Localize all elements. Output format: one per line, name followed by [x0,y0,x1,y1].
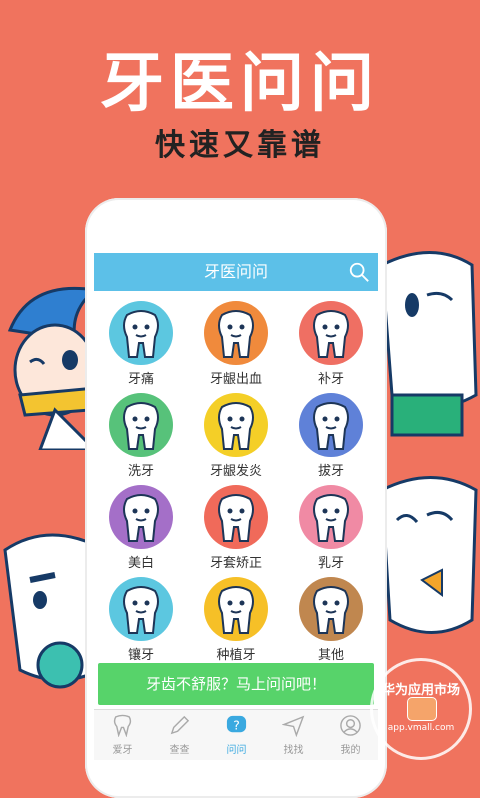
app-market-watermark: 华为应用市场 app.vmall.com [370,658,472,760]
app-header: 牙医问问 [94,253,378,291]
tooth-icon [299,577,363,641]
category-label: 洗牙 [127,464,154,479]
tab-ask[interactable]: ? 问问 [208,710,265,760]
watermark-url: app.vmall.com [387,723,455,733]
tooth-icon [299,301,363,365]
tab-label: 爱牙 [112,745,133,756]
category-whitening[interactable]: 美白 [94,481,188,573]
cartoon-tooth-illustration [380,476,478,634]
tab-label: 我的 [340,745,361,756]
tooth-icon [204,485,268,549]
category-braces[interactable]: 牙套矫正 [189,481,283,573]
tooth-icon [109,393,173,457]
category-extraction[interactable]: 拔牙 [284,389,378,481]
watermark-title: 华为应用市场 [381,683,460,698]
tooth-icon [109,301,173,365]
tab-find[interactable]: 找找 [265,710,322,760]
category-other[interactable]: 其他 [284,573,378,665]
tab-mine[interactable]: 我的 [322,710,378,760]
category-filling[interactable]: 补牙 [284,297,378,389]
category-gum-inflammation[interactable]: 牙龈发炎 [189,389,283,481]
category-baby-teeth[interactable]: 乳牙 [284,481,378,573]
category-label: 牙痛 [127,372,154,387]
svg-text:?: ? [233,717,240,732]
category-label: 镶牙 [127,648,154,663]
category-denture[interactable]: 镶牙 [94,573,188,665]
tab-lookup[interactable]: 查查 [151,710,208,760]
navigate-icon [282,715,305,737]
tooth-icon [204,577,268,641]
tab-label: 问问 [226,745,247,756]
tooth-icon [299,393,363,457]
category-cleaning[interactable]: 洗牙 [94,389,188,481]
bottom-tab-bar: 爱牙 查查 ? 问问 找找 我的 [94,709,378,760]
app-title: 牙医问问 [203,262,268,281]
tooth-icon [113,714,132,737]
category-gum-bleeding[interactable]: 牙龈出血 [189,297,283,389]
pencil-icon [170,715,190,735]
category-label: 乳牙 [317,556,344,571]
hero-subtitle: 快速又靠谱 [155,128,325,163]
cartoon-tooth-illustration [380,251,478,437]
question-icon: ? [226,715,247,732]
category-toothache[interactable]: 牙痛 [94,297,188,389]
search-icon[interactable] [348,261,370,283]
tooth-icon [204,393,268,457]
tooth-icon [109,577,173,641]
tab-label: 找找 [283,745,304,756]
user-icon [340,715,361,736]
app-screen: 牙医问问 牙痛 牙龈出血 补牙 洗牙 牙龈发炎 拔牙 美白 牙套矫正 乳牙 镶牙… [94,253,378,768]
ask-question-button[interactable]: 牙齿不舒服？马上问问吧！ [98,663,374,705]
tooth-icon [204,301,268,365]
category-label: 牙龈发炎 [209,464,262,479]
category-label: 美白 [127,556,154,571]
category-implant[interactable]: 种植牙 [189,573,283,665]
category-label: 拔牙 [317,464,344,479]
category-label: 补牙 [317,372,344,387]
tab-label: 查查 [169,745,190,756]
tooth-icon [299,485,363,549]
tab-love-teeth[interactable]: 爱牙 [94,710,151,760]
hero-title: 牙医问问 [100,47,380,121]
category-label: 种植牙 [216,648,256,663]
category-label: 牙龈出血 [209,372,262,387]
market-logo-icon [407,697,437,721]
tooth-icon [109,485,173,549]
category-label: 牙套矫正 [209,556,262,571]
category-label: 其他 [317,648,344,663]
